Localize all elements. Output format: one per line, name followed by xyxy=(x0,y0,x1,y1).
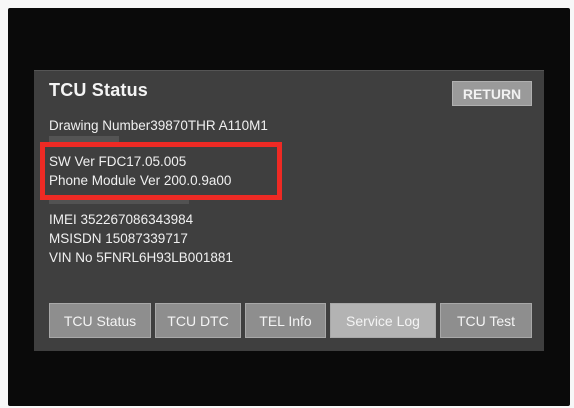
phone-module-version-text: Phone Module Ver 200.0.9a00 xyxy=(49,173,232,188)
red-highlight-box xyxy=(40,142,282,200)
tab-tcu-dtc[interactable]: TCU DTC xyxy=(155,303,241,338)
return-button[interactable]: RETURN xyxy=(452,81,532,106)
msisdn-text: MSISDN 15087339717 xyxy=(49,231,188,246)
bottom-tab-bar: TCU Status TCU DTC TEL Info Service Log … xyxy=(49,303,534,339)
vin-text: VIN No 5FNRL6H93LB001881 xyxy=(49,250,233,265)
tab-tcu-test[interactable]: TCU Test xyxy=(440,303,532,338)
obscured-text-line xyxy=(49,136,119,142)
obscured-text-line xyxy=(49,199,189,204)
page-title: TCU Status xyxy=(49,80,149,100)
sw-version-text: SW Ver FDC17.05.005 xyxy=(49,154,187,169)
tab-tel-info[interactable]: TEL Info xyxy=(245,303,326,338)
imei-text: IMEI 352267086343984 xyxy=(49,212,194,227)
drawing-number-text: Drawing Number39870THR A110M1 xyxy=(49,118,268,133)
tcu-status-screen: TCU Status RETURN Drawing Number39870THR… xyxy=(34,70,544,351)
tab-tcu-status[interactable]: TCU Status xyxy=(49,303,151,338)
tab-service-log[interactable]: Service Log xyxy=(330,303,436,338)
